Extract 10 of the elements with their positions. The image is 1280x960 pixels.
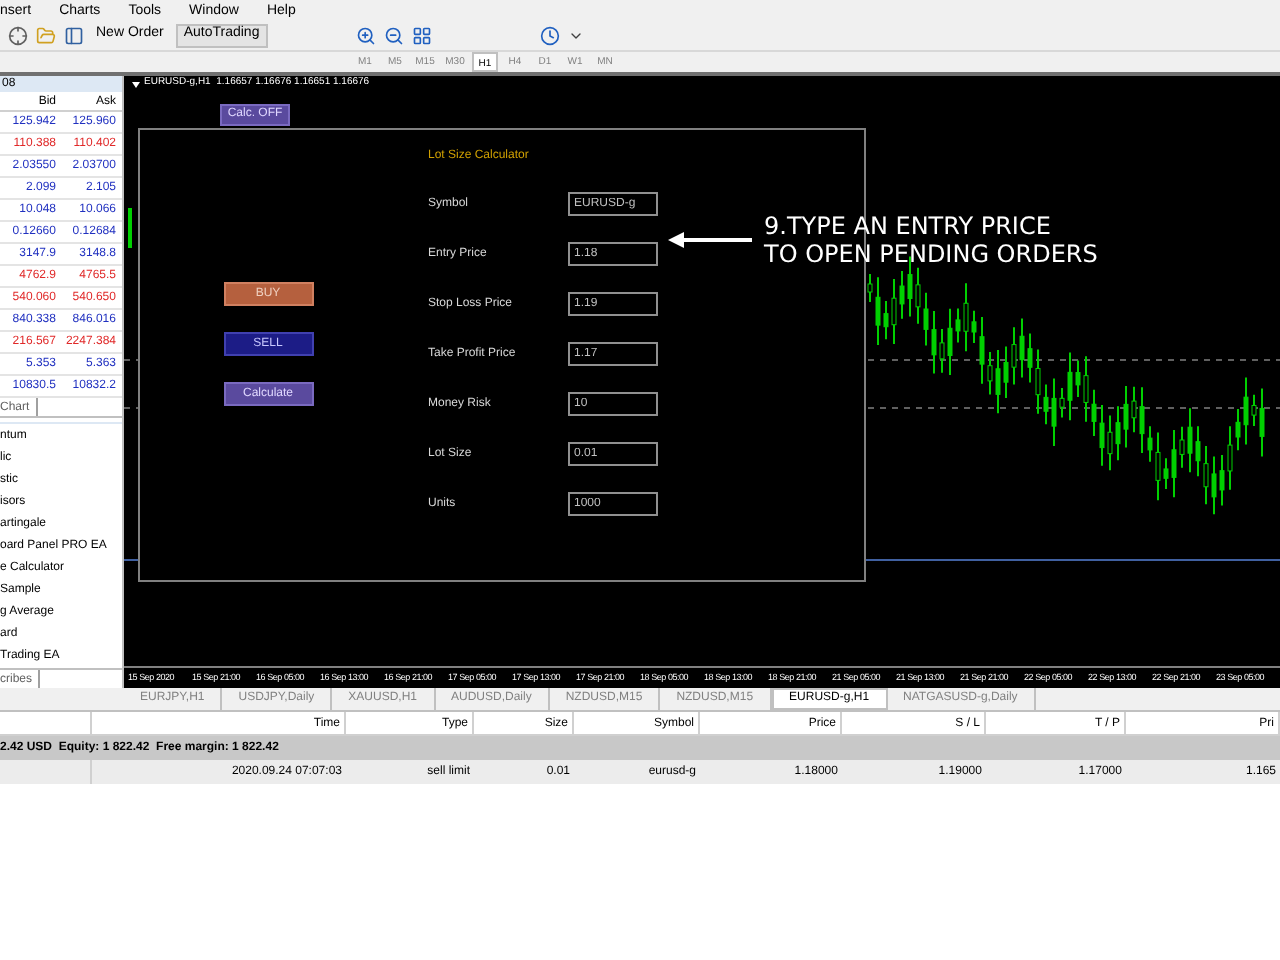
zoom-out-icon[interactable]	[383, 25, 404, 45]
dropdown-triangle-icon[interactable]	[132, 81, 140, 87]
annotation-text: 9.TYPE AN ENTRY PRICE	[764, 212, 1053, 240]
clock-icon[interactable]	[539, 25, 560, 45]
arrow-icon	[668, 232, 752, 248]
grid-icon[interactable]	[411, 25, 432, 45]
annotation-text: TO OPEN PENDING ORDERS	[764, 240, 1098, 268]
zoom-in-icon[interactable]	[355, 25, 376, 45]
crosshair-icon[interactable]	[8, 25, 28, 45]
window-icon[interactable]	[64, 25, 84, 45]
